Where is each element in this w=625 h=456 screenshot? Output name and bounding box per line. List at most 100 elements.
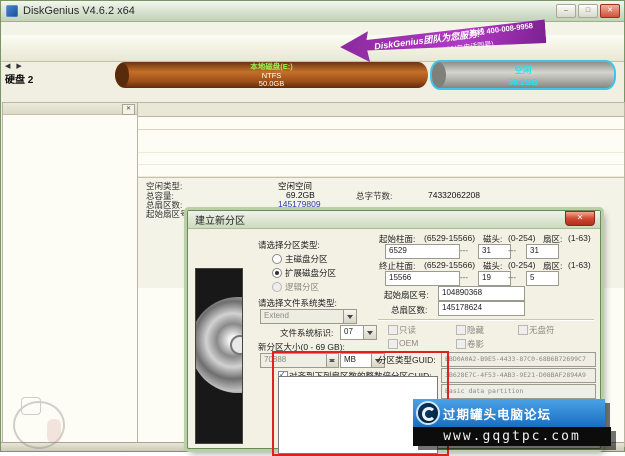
- guid-type-label: 分区类型GUID:: [378, 355, 436, 365]
- noletter-label: 无盘符: [529, 325, 555, 335]
- disk-info-bar: [1, 90, 625, 101]
- title-bar: DiskGenius V4.6.2 x64 – □ ✕: [1, 1, 624, 22]
- ad-brand-text: DiskGenius团队为您服务!: [373, 28, 481, 52]
- start-cyl-input[interactable]: 6529: [385, 244, 460, 259]
- minimize-icon[interactable]: –: [556, 4, 576, 18]
- disk-tree-panel: ✕: [2, 102, 138, 447]
- window-title: DiskGenius V4.6.2 x64: [23, 5, 135, 17]
- oem-label: OEM: [399, 338, 419, 348]
- spinner-icon[interactable]: [326, 354, 338, 367]
- sector-range: (1-63): [568, 260, 591, 270]
- ad-arrow-ribbon: DiskGenius团队为您服务! 热线 400-008-9958 QQ: 40…: [339, 19, 547, 64]
- disk-bar-panel: ◀ ▶ 硬盘 2 本地磁盘(E:) NTFS 50.0GB 空闲 69.2GB: [1, 60, 624, 90]
- radio-logical-partition: [272, 282, 282, 292]
- start-sector-no-value: 104890368: [442, 288, 483, 297]
- close-panel-icon[interactable]: ✕: [122, 104, 135, 115]
- total-sectors-input[interactable]: 145178624: [438, 301, 525, 316]
- table-header: [138, 117, 624, 130]
- tree-panel-header: ✕: [3, 103, 137, 115]
- start-cyl-range: (6529-15566): [424, 233, 476, 243]
- end-cyl-value: 15566: [389, 273, 412, 282]
- disk-nav-arrows[interactable]: ◀ ▶: [5, 62, 45, 70]
- partition-name-field: Basic data partition: [441, 384, 596, 399]
- readonly-label: 只读: [399, 325, 417, 335]
- detail-value: 74332062208: [428, 190, 481, 200]
- size-unit-value: MB: [344, 355, 356, 364]
- head-range: (0-254): [508, 233, 536, 243]
- readonly-checkbox: [388, 325, 398, 335]
- hidden-checkbox: [456, 325, 466, 335]
- dash-separator: ---: [460, 246, 468, 255]
- partition-block-local-e[interactable]: 本地磁盘(E:) NTFS 50.0GB: [115, 62, 428, 88]
- head-range: (0-254): [508, 260, 536, 270]
- fs-id-label: 文件系统标识:: [280, 328, 334, 338]
- size-label: 新分区大小(0 - 69 GB):: [258, 342, 345, 352]
- forum-url: www.gqgtpc.com: [413, 427, 611, 446]
- free-space-name: 空闲: [514, 65, 532, 75]
- start-cyl-value: 6529: [389, 246, 407, 255]
- maximize-icon[interactable]: □: [578, 4, 598, 18]
- close-icon[interactable]: ✕: [600, 4, 620, 18]
- tab-bar: [138, 103, 624, 117]
- guid-value: 3B628E7C-4F53-4AB3-9E21-D08BAF2894A9: [445, 371, 586, 379]
- hidden-label: 隐藏: [467, 325, 485, 335]
- guid-type-value: EBD0A0A2-B9E5-4433-87C0-68B6B72699C7: [445, 355, 586, 363]
- end-sector-value: 5: [530, 273, 535, 282]
- disk-platter-image: [195, 268, 243, 444]
- fs-type-combo: Extend: [260, 309, 357, 324]
- app-icon: [6, 5, 18, 17]
- guid-field: 3B628E7C-4F53-4AB3-9E21-D08BAF2894A9: [441, 368, 596, 383]
- dash-separator: ---: [508, 273, 516, 282]
- end-cyl-input[interactable]: 15566: [385, 271, 460, 286]
- radio-extended-partition[interactable]: [272, 268, 282, 278]
- start-head-input[interactable]: 31: [478, 244, 511, 259]
- fs-id-combo[interactable]: 07: [340, 325, 377, 340]
- forum-name: 过期罐头电脑论坛: [443, 407, 552, 422]
- fs-type-value: Extend: [264, 311, 289, 320]
- separator: [378, 319, 594, 321]
- size-value: 70888: [264, 355, 287, 364]
- detail-label: 起始扇区号:: [146, 209, 191, 219]
- partition-size: 50.0GB: [258, 79, 285, 88]
- detail-label: 总字节数:: [356, 191, 393, 201]
- radio-primary-label[interactable]: 主磁盘分区: [285, 253, 328, 265]
- guid-type-field: EBD0A0A2-B9E5-4433-87C0-68B6B72699C7: [441, 352, 596, 367]
- total-sectors-value: 145178624: [442, 303, 483, 312]
- chevron-down-icon: [363, 326, 376, 339]
- forum-watermark: 过期罐头电脑论坛 www.gqgtpc.com: [413, 399, 611, 446]
- dialog-close-icon[interactable]: ✕: [565, 211, 595, 226]
- diskgenius-window: DiskGenius V4.6.2 x64 – □ ✕ DiskGenius团队…: [0, 0, 625, 456]
- table-empty-rows: [138, 141, 624, 177]
- free-space-block[interactable]: 空闲 69.2GB: [430, 60, 616, 90]
- fs-type-label: 请选择文件系统类型:: [258, 298, 337, 308]
- chevron-down-icon: [343, 310, 356, 323]
- shadow-checkbox: [456, 339, 466, 349]
- shadow-label: 卷影: [467, 339, 485, 349]
- faint-stamp-watermark: [13, 397, 73, 449]
- size-input[interactable]: 70888: [260, 353, 339, 368]
- end-head-input[interactable]: 19: [478, 271, 511, 286]
- total-sectors-label: 总扇区数:: [391, 305, 428, 315]
- dash-separator: ---: [508, 246, 516, 255]
- noletter-checkbox: [518, 325, 528, 335]
- free-space-size: 69.2GB: [508, 77, 538, 87]
- end-head-value: 19: [482, 273, 491, 282]
- dialog-title-bar[interactable]: 建立新分区 ✕: [188, 211, 600, 229]
- start-sector-no-label: 起始扇区号:: [384, 290, 429, 300]
- disk-label: 硬盘 2: [5, 75, 34, 86]
- dash-separator: ---: [460, 273, 468, 282]
- end-cyl-range: (6529-15566): [424, 260, 476, 270]
- start-sector-input[interactable]: 31: [526, 244, 559, 259]
- radio-primary-partition[interactable]: [272, 254, 282, 264]
- dialog-title: 建立新分区: [195, 216, 245, 227]
- start-sector-no-input[interactable]: 104890368: [438, 286, 525, 301]
- radio-logical-label: 逻辑分区: [285, 282, 320, 292]
- radio-extended-label[interactable]: 扩展磁盘分区: [285, 267, 336, 279]
- fs-id-value: 07: [344, 327, 353, 336]
- partition-name-value: Basic data partition: [445, 387, 524, 395]
- detail-value: 145179809: [278, 199, 321, 209]
- ad-hotline: 热线 400-008-9958: [468, 21, 534, 38]
- start-sector-value: 31: [530, 246, 539, 255]
- end-sector-input[interactable]: 5: [526, 271, 559, 286]
- sector-range: (1-63): [568, 233, 591, 243]
